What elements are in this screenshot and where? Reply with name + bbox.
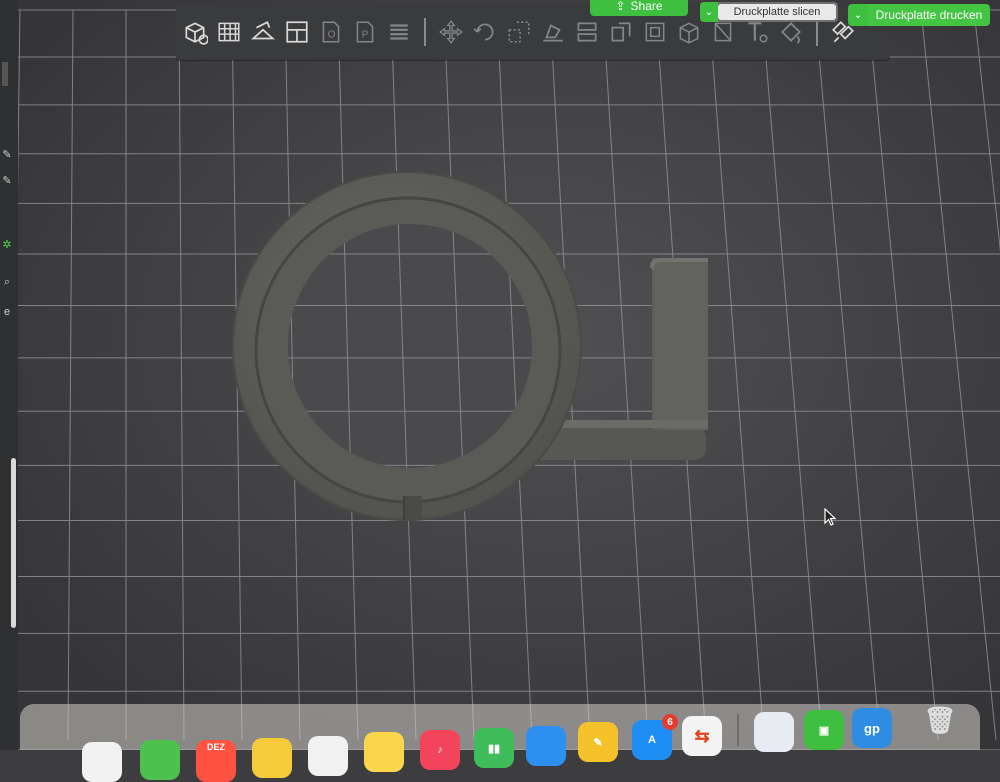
share-button[interactable]: ⇪ Share — [590, 0, 688, 16]
edit-icon[interactable]: ✎ — [0, 174, 14, 187]
split-icon[interactable] — [606, 15, 636, 49]
mouse-cursor-icon — [824, 508, 837, 526]
slice-dropdown-chevron-icon[interactable]: ⌄ — [700, 2, 718, 22]
slice-plate-button[interactable]: Druckplatte slicen — [718, 4, 836, 20]
dock-app-numbers[interactable]: ▮▮ — [474, 728, 514, 768]
move-icon[interactable] — [436, 15, 466, 49]
cut-icon[interactable] — [572, 15, 602, 49]
dock-app-bambu-studio[interactable]: ▣ — [804, 710, 844, 750]
toolbar-separator — [424, 18, 426, 46]
print-dropdown-chevron-icon[interactable]: ⌄ — [848, 4, 868, 26]
scale-icon[interactable] — [504, 15, 534, 49]
auto-orient-icon[interactable] — [248, 15, 278, 49]
lay-on-face-icon[interactable] — [538, 15, 568, 49]
dock-app-guitar-pro[interactable]: gp — [852, 708, 892, 748]
calendar-month: DEZ — [207, 742, 225, 752]
trash-icon[interactable]: 🗑 — [920, 700, 960, 740]
toolbar-separator — [816, 18, 818, 46]
print-plate-button[interactable]: Druckplatte drucken — [868, 4, 990, 26]
search-icon[interactable]: ⌕ — [0, 276, 14, 289]
support-paint-icon[interactable] — [674, 15, 704, 49]
svg-text:P: P — [362, 29, 369, 40]
build-plate-scene[interactable] — [0, 0, 1000, 750]
appstore-badge: 6 — [662, 714, 678, 730]
edit-icon[interactable]: ✎ — [0, 148, 14, 161]
dock-app-contacts[interactable] — [308, 736, 348, 776]
rotate-icon[interactable] — [470, 15, 500, 49]
object-list-panel[interactable]: ✎ ✎ ✲ ⌕ e — [0, 0, 18, 750]
guitarpro-label: gp — [864, 720, 880, 736]
svg-text:O: O — [328, 29, 336, 40]
dock-app-appstore[interactable]: A 6 — [632, 714, 678, 760]
dock-app-remote-desktop[interactable]: ⇆ — [682, 716, 722, 756]
dock-app-keynote[interactable] — [526, 726, 566, 766]
3d-model[interactable] — [0, 10, 1000, 750]
panel-tab[interactable] — [2, 62, 8, 86]
dock-app-finder[interactable] — [82, 742, 122, 782]
panel-scrollbar[interactable] — [11, 458, 16, 628]
dock-app-pages[interactable]: ✎ — [578, 722, 618, 762]
label-icon: e — [3, 306, 11, 318]
dock-app-messages[interactable] — [140, 740, 180, 780]
split-parts-icon[interactable] — [640, 15, 670, 49]
dock-app-music[interactable]: ♪ — [420, 730, 460, 770]
dock-app-notes[interactable] — [364, 732, 404, 772]
arrange-layout-icon[interactable] — [282, 15, 312, 49]
3d-viewport[interactable] — [0, 0, 1000, 750]
object-view-icon[interactable]: O — [316, 15, 346, 49]
grid-plate-icon[interactable] — [214, 15, 244, 49]
layers-icon[interactable] — [384, 15, 414, 49]
dock-app-calendar[interactable]: DEZ — [196, 740, 236, 782]
dock-app-photos[interactable] — [252, 738, 292, 778]
settings-icon[interactable]: ✲ — [0, 238, 14, 251]
share-label: Share — [630, 0, 663, 13]
share-icon: ⇪ — [615, 0, 626, 13]
plate-view-icon[interactable]: P — [350, 15, 380, 49]
dock-app-slicer[interactable] — [754, 712, 794, 752]
add-cube-icon[interactable] — [180, 15, 210, 49]
dock-separator — [737, 714, 739, 746]
